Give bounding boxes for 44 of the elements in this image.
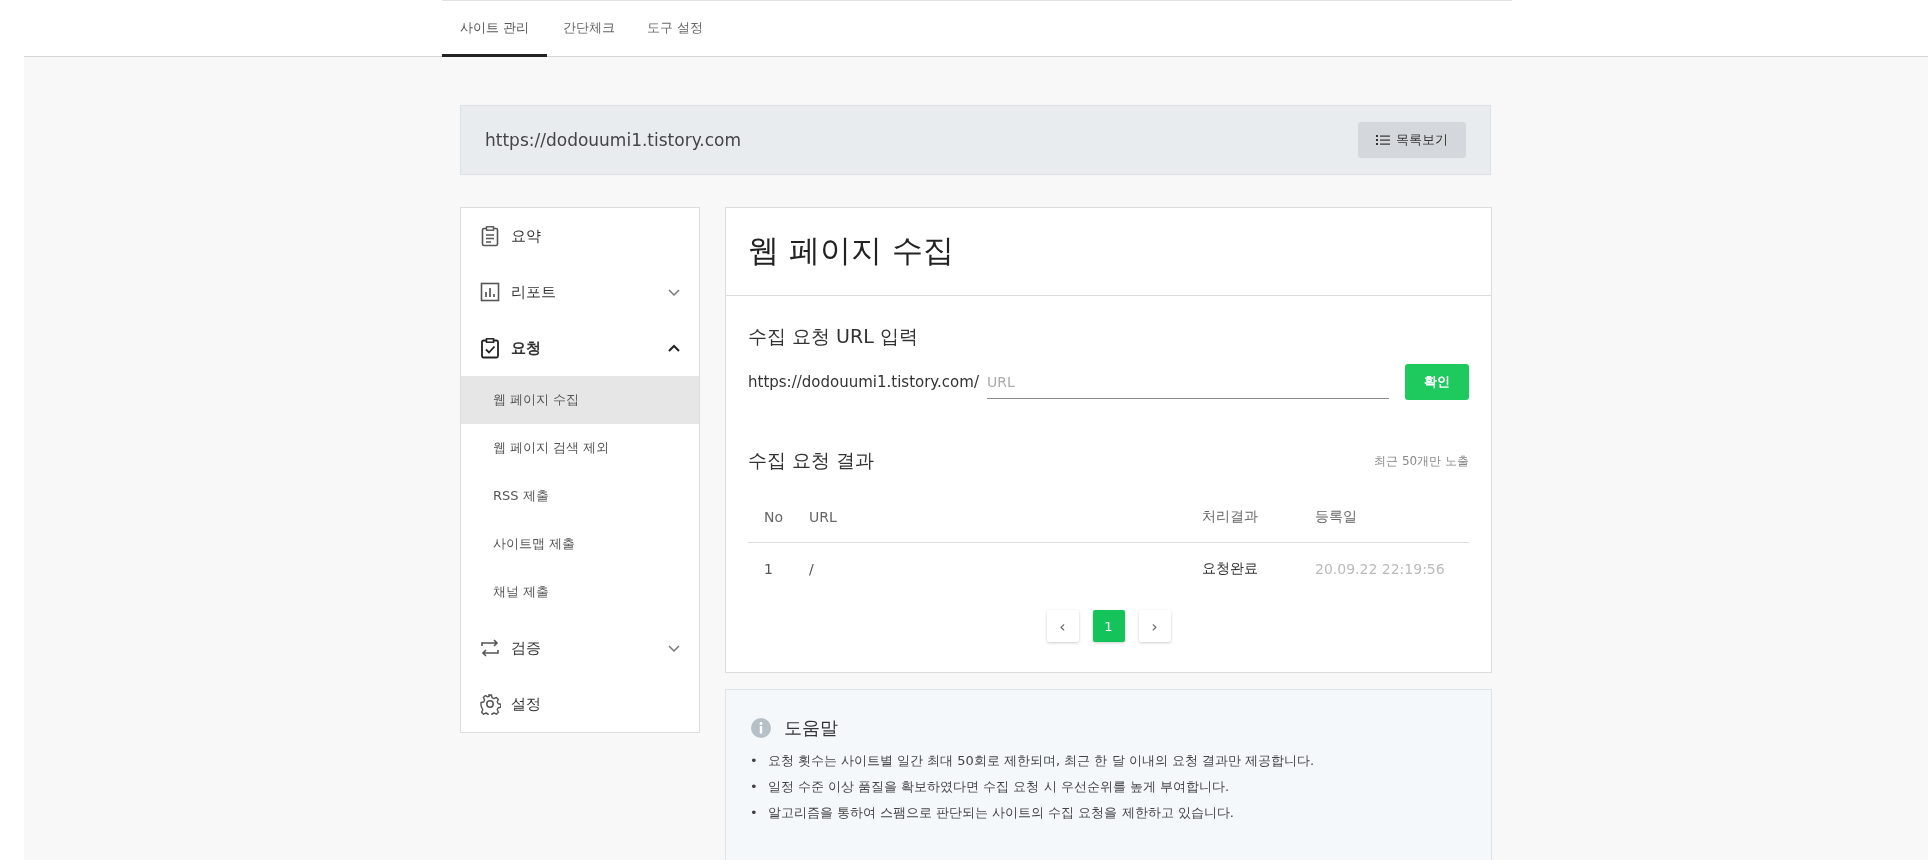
submenu-item[interactable]: 웹 페이지 수집 [461, 376, 699, 424]
list-view-button[interactable]: 목록보기 [1358, 122, 1466, 158]
url-prefix: https://dodouumi1.tistory.com/ [748, 373, 979, 391]
bullet: • [750, 778, 758, 796]
help-item: 요청 횟수는 사이트별 일간 최대 50회로 제한되며, 최근 한 달 이내의 요청 결과만 제공합니다. [767, 752, 1315, 770]
submenu-item[interactable]: 사이트맵 제출 [461, 520, 699, 568]
table-cell: 요청완료 [1201, 542, 1314, 596]
previous-page-button[interactable]: ‹ [1046, 610, 1079, 642]
column-header: URL [808, 492, 1201, 542]
list-icon [1376, 134, 1390, 146]
table-cell: / [808, 542, 1201, 596]
page-title: 웹 페이지 수집 [726, 208, 1491, 296]
swap-arrows-icon [479, 637, 501, 659]
sidebar-item[interactable]: 리포트 [461, 264, 699, 320]
sidebar-item[interactable]: 요약 [461, 208, 699, 264]
column-header: No [748, 492, 808, 542]
info-icon [750, 717, 772, 739]
help-item: 일정 수준 이상 품질을 확보하였다면 수집 요청 시 우선순위를 높게 부여합니다. [767, 778, 1230, 796]
sidebar-item[interactable]: 요청 [461, 320, 699, 376]
submenu-item[interactable]: 웹 페이지 검색 제외 [461, 424, 699, 472]
clipboard-icon [479, 225, 501, 247]
help-item: 알고리즘을 통하여 스팸으로 판단되는 사이트의 수집 요청을 제한하고 있습니다. [767, 804, 1234, 822]
bullet: • [750, 804, 758, 822]
settings-icon [479, 693, 501, 715]
sidebar-item[interactable]: 설정 [461, 676, 699, 732]
table-cell: 1 [748, 542, 808, 596]
bar-chart-icon [479, 281, 501, 303]
table-cell: 20.09.22 22:19:56 [1314, 542, 1469, 596]
url-input-field[interactable]: URL [986, 365, 1389, 399]
next-page-button[interactable]: › [1138, 610, 1171, 642]
submenu-item[interactable]: RSS 제출 [461, 472, 699, 520]
bullet: • [750, 752, 758, 770]
submenu-item[interactable]: 채널 제출 [461, 568, 699, 616]
clipboard-check-icon [479, 337, 501, 359]
nav-tab[interactable]: 도구 설정 [631, 1, 720, 57]
sidebar-item[interactable]: 검증 [461, 620, 699, 676]
section-heading: 수집 요청 결과 [748, 448, 875, 473]
section-heading: 수집 요청 URL 입력 [748, 324, 919, 349]
column-header: 처리결과 [1201, 492, 1314, 542]
results-note: 최근 50개만 노출 [1374, 452, 1469, 470]
help-heading: 도움말 [784, 716, 838, 740]
site-url: https://dodouumi1.tistory.com [485, 130, 742, 150]
column-header: 등록일 [1314, 492, 1469, 542]
nav-tab[interactable]: 간단체크 [547, 1, 632, 57]
